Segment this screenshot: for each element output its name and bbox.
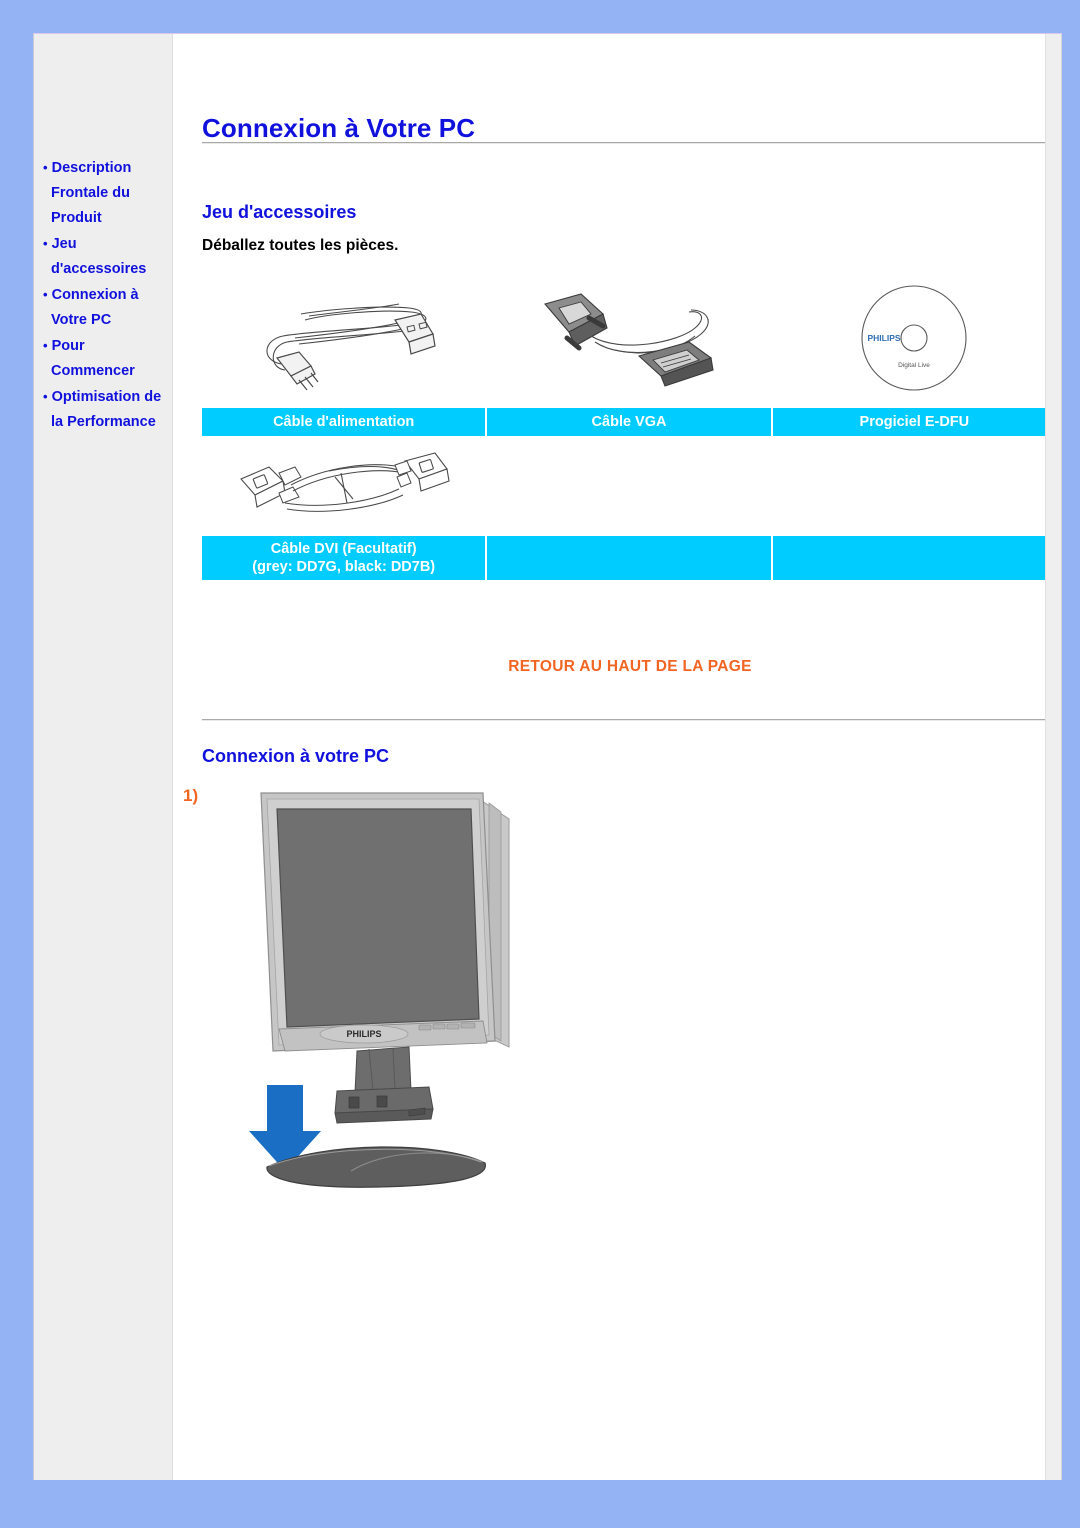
- monitor-stand-neck: [354, 1046, 412, 1094]
- section-heading-accessories: Jeu d'accessoires: [202, 201, 357, 222]
- sidebar-item-label: Description Frontale du Produit: [51, 160, 132, 226]
- unpack-instruction-text: Déballez toutes les pièces.: [202, 237, 399, 254]
- label-dvi-cable-line2: (grey: DD7G, black: DD7B): [252, 559, 436, 575]
- accessories-table: PHILIPS Digital Live Câble d'alimentatio…: [200, 274, 1058, 582]
- cd-brand-label: PHILIPS: [868, 333, 901, 343]
- cell-empty-image-3: [772, 438, 1056, 534]
- bullet-icon: •: [43, 389, 48, 404]
- table-row-images-1: PHILIPS Digital Live: [202, 276, 1056, 406]
- monitor-image: PHILIPS: [260, 792, 510, 1052]
- bullet-icon: •: [43, 287, 48, 302]
- cell-empty-image-2: [487, 438, 771, 534]
- table-row-images-2: [202, 438, 1056, 534]
- sidebar-item-optimisation-performance[interactable]: • Optimisation de la Performance: [42, 384, 173, 435]
- sidebar-item-jeu-daccessoires[interactable]: • Jeu d'accessoires: [42, 231, 173, 282]
- browser-page-frame: • Description Frontale du Produit • Jeu …: [33, 33, 1062, 1480]
- label-dvi-cable: Câble DVI (Facultatif) (grey: DD7G, blac…: [202, 536, 486, 580]
- label-vga-cable: Câble VGA: [487, 408, 771, 436]
- main-content: Connexion à Votre PC Jeu d'accessoires D…: [173, 34, 1062, 1480]
- power-cable-image: [266, 302, 436, 390]
- step-number-label: 1): [183, 786, 199, 805]
- sidebar-item-pour-commencer[interactable]: • Pour Commencer: [42, 333, 173, 384]
- bullet-icon: •: [43, 236, 48, 251]
- vertical-scrollbar[interactable]: [1045, 34, 1062, 1480]
- cell-vga-cable-image: [487, 276, 771, 406]
- sidebar-item-connexion-votre-pc[interactable]: • Connexion à Votre PC: [42, 282, 173, 333]
- sidebar-item-label: Connexion à Votre PC: [51, 287, 139, 328]
- sidebar: • Description Frontale du Produit • Jeu …: [34, 34, 173, 1480]
- table-row-labels-1: Câble d'alimentation Câble VGA Progiciel…: [202, 408, 1056, 436]
- dvi-cable-image: [239, 451, 450, 512]
- section-heading-connexion: Connexion à votre PC: [202, 745, 390, 766]
- label-empty-2: [487, 536, 771, 580]
- label-edfu-software: Progiciel E-DFU: [772, 408, 1056, 436]
- divider-middle: [202, 719, 1058, 721]
- back-to-top-link[interactable]: RETOUR AU HAUT DE LA PAGE: [202, 658, 1058, 676]
- cell-power-cable-image: [202, 276, 486, 406]
- sidebar-item-label: Pour Commencer: [51, 338, 135, 379]
- divider-top: [202, 142, 1058, 144]
- edfu-cd-image: PHILIPS Digital Live: [861, 284, 967, 391]
- bullet-icon: •: [43, 160, 48, 175]
- sidebar-nav-list: • Description Frontale du Produit • Jeu …: [34, 155, 173, 435]
- bullet-icon: •: [43, 338, 48, 353]
- label-empty-3: [772, 536, 1056, 580]
- label-dvi-cable-line1: Câble DVI (Facultatif): [270, 540, 417, 557]
- vga-cable-image: [544, 292, 714, 387]
- sidebar-item-label: Optimisation de la Performance: [51, 389, 162, 430]
- sidebar-item-description-frontale[interactable]: • Description Frontale du Produit: [42, 155, 173, 231]
- page-title: Connexion à Votre PC: [202, 113, 476, 144]
- table-row-labels-2: Câble DVI (Facultatif) (grey: DD7G, blac…: [202, 536, 1056, 580]
- sidebar-item-label: Jeu d'accessoires: [51, 236, 147, 277]
- cell-edfu-cd-image: PHILIPS Digital Live: [772, 276, 1056, 406]
- monitor-assembly-illustration: PHILIPS: [249, 792, 510, 1188]
- cell-dvi-cable-image: [202, 438, 486, 534]
- cd-subtitle-label: Digital Live: [898, 362, 930, 369]
- monitor-brand-label: PHILIPS: [346, 1029, 381, 1039]
- monitor-stand-foot: [334, 1086, 434, 1124]
- label-power-cable: Câble d'alimentation: [202, 408, 486, 436]
